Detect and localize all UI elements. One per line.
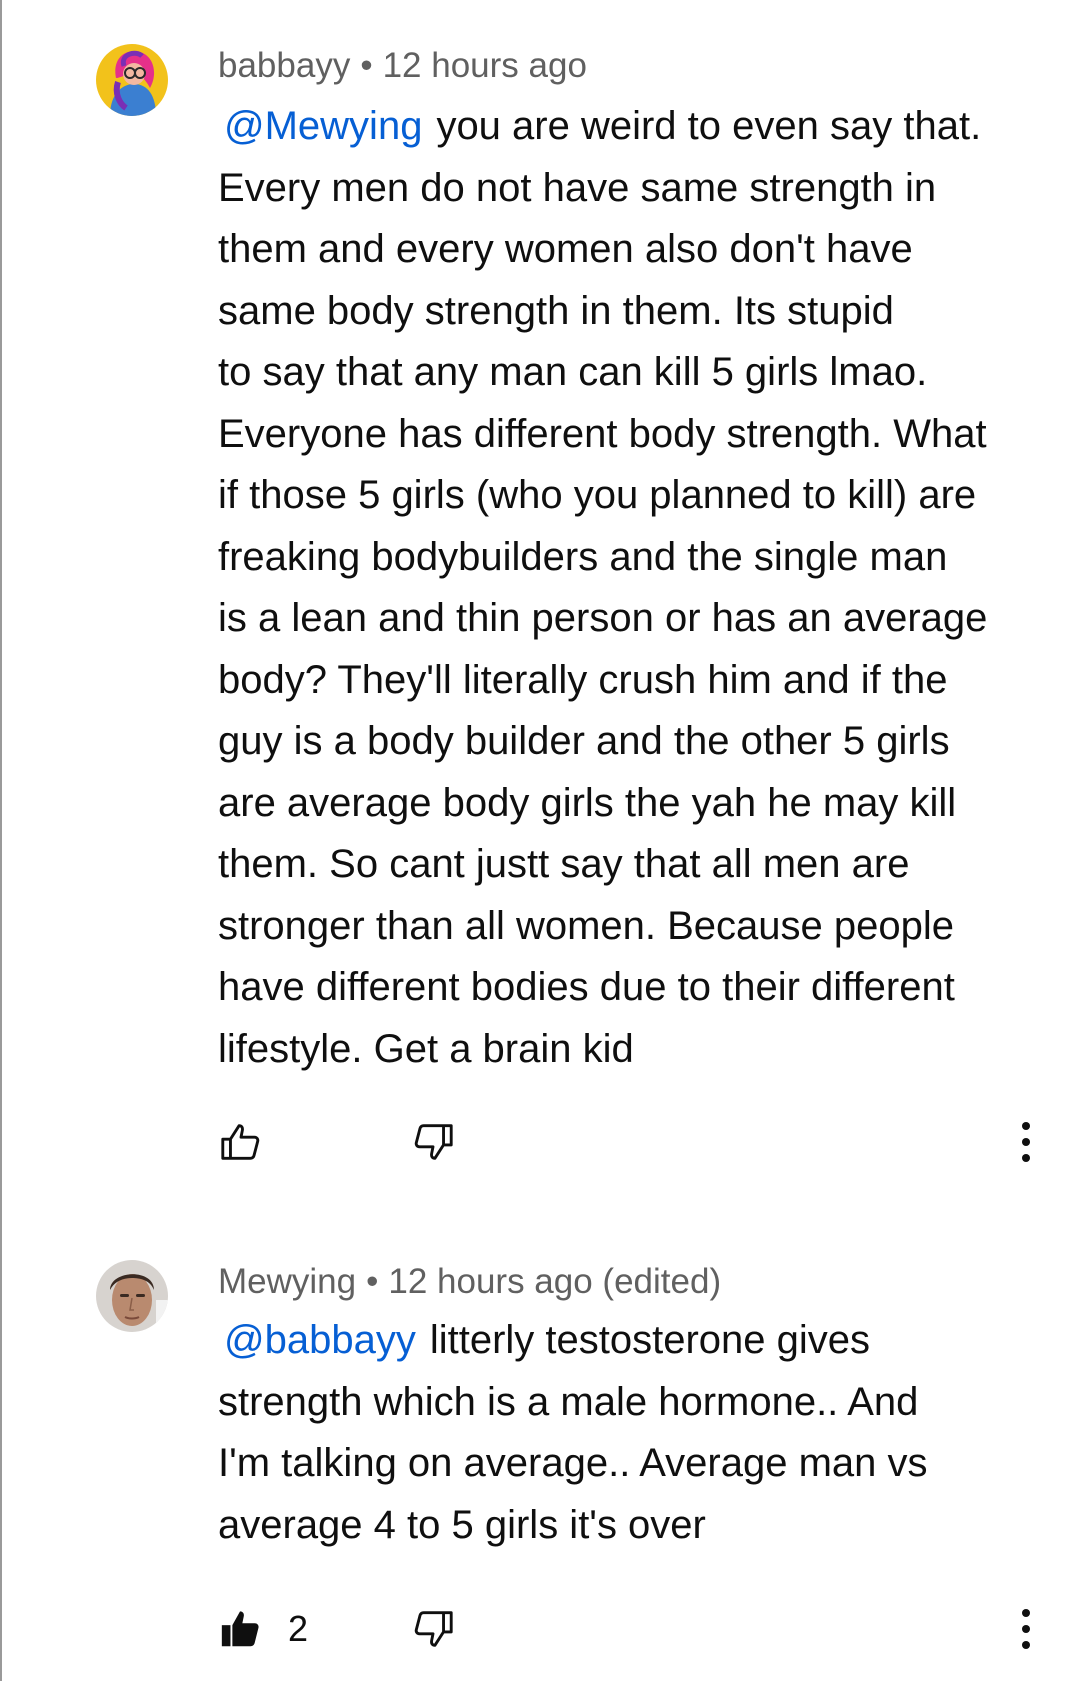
face-photo-avatar-icon[interactable] — [96, 1260, 168, 1332]
comment-text: @babbayy litterly testosterone gives stre… — [218, 1310, 1038, 1556]
author-name[interactable]: Mewying — [218, 1262, 356, 1301]
thumbs-down-outline-icon — [414, 1611, 453, 1647]
thumbs-down-outline-icon — [414, 1124, 453, 1160]
cartoon-avatar-icon[interactable] — [96, 44, 168, 116]
meta-separator: • — [366, 1262, 379, 1301]
comment-text-line: average 4 to 5 girls it's over — [218, 1502, 706, 1547]
author-name[interactable]: babbayy — [218, 46, 350, 85]
comment-text-line: body? They'll literally crush him and if… — [218, 657, 948, 702]
comment-timestamp[interactable]: 12 hours ago (edited) — [388, 1262, 721, 1301]
more-vert-icon — [1022, 1609, 1030, 1649]
comment-actions: 2 — [0, 1597, 1080, 1661]
comment-meta: Mewying • 12 hours ago (edited) — [218, 1260, 721, 1304]
comment-text-line: Every men do not have same strength in — [218, 165, 937, 210]
comment-text-line: is a lean and thin person or has an aver… — [218, 596, 988, 640]
like-button[interactable]: 2 — [218, 1597, 308, 1661]
comment-text-line: I'm talking on average.. Average man vs — [218, 1441, 928, 1485]
like-button[interactable] — [218, 1110, 264, 1174]
comment-text-line: Everyone has different body strength. Wh… — [218, 411, 987, 456]
comment-text-line: @Mewying you are weird to even say that. — [224, 104, 982, 148]
mention-link[interactable]: @Mewying — [224, 104, 422, 148]
like-count: 2 — [288, 1608, 309, 1649]
comment-text-line: to say that any man can kill 5 girls lma… — [218, 350, 928, 394]
mention-link[interactable]: @babbayy — [224, 1318, 416, 1362]
comment-text-line: lifestyle. Get a brain kid — [218, 1026, 634, 1071]
comment-text-line: guy is a body builder and the other 5 gi… — [218, 719, 950, 763]
comment-text-line: are average body girls the yah he may ki… — [218, 780, 957, 825]
comment-thread-item: babbayy • 12 hours ago @Mewying you are wei… — [0, 0, 1080, 1162]
comment-text-line: have different bodies due to their diffe… — [218, 965, 955, 1009]
comment-text-line: strength which is a male hormone.. And — [218, 1379, 919, 1424]
more-vert-icon — [1022, 1122, 1030, 1162]
comment-thread-item: Mewying • 12 hours ago (edited) @babbayy li… — [0, 1200, 1080, 1681]
comment-text-line: them. So cant justt say that all men are — [218, 842, 910, 886]
comment-actions — [0, 1110, 1080, 1174]
comment-text-line: @babbayy litterly testosterone gives — [224, 1318, 871, 1362]
more-actions-button[interactable] — [1014, 1110, 1038, 1174]
dislike-button[interactable] — [410, 1110, 456, 1174]
more-actions-button[interactable] — [1014, 1597, 1038, 1661]
comment-text-line: freaking bodybuilders and the single man — [218, 534, 948, 579]
comment-text-line: if those 5 girls (who you planned to kil… — [218, 473, 977, 517]
comment-text-line: them and every women also don't have — [218, 227, 913, 271]
dislike-button[interactable] — [410, 1597, 456, 1661]
thumbs-up-filled-icon — [221, 1611, 259, 1647]
comment-text-line: stronger than all women. Because people — [218, 903, 955, 948]
meta-separator: • — [360, 46, 373, 85]
comment-text-line: same body strength in them. Its stupid — [218, 288, 894, 333]
comment-timestamp[interactable]: 12 hours ago — [383, 46, 587, 85]
comment-text: @Mewying you are weird to even say that. … — [218, 96, 1038, 1080]
comment-meta: babbayy • 12 hours ago — [218, 44, 587, 88]
thumbs-up-outline-icon — [221, 1124, 260, 1160]
